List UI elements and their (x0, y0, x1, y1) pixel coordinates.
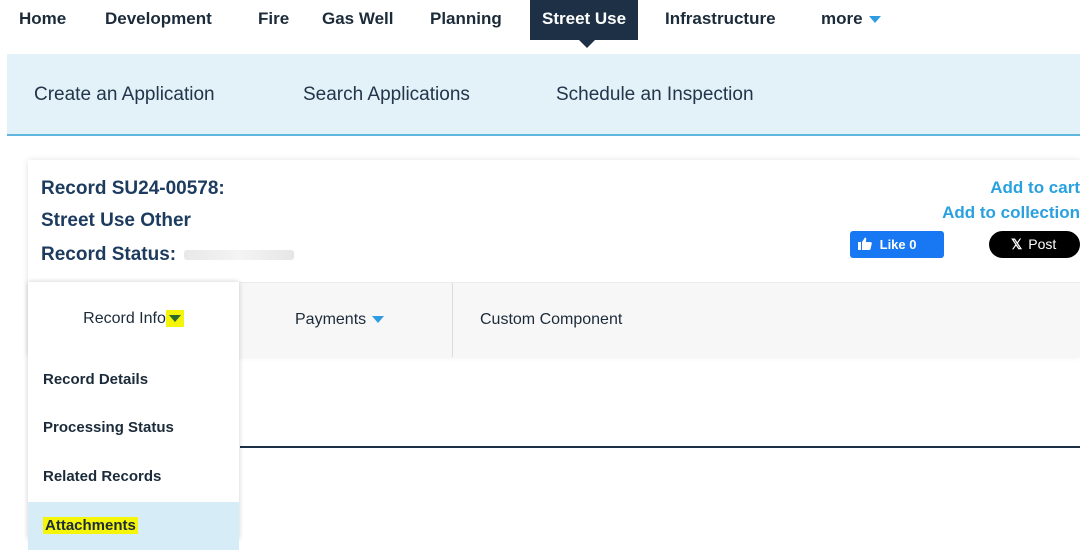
x-logo-icon: 𝕏 (1011, 236, 1023, 252)
top-nav: Home Development Fire Gas Well Planning … (0, 0, 1080, 50)
record-status-value-redacted (184, 249, 295, 260)
facebook-like-label: Like 0 (879, 237, 917, 252)
sub-nav: Create an Application Search Application… (7, 54, 1080, 136)
x-post-button[interactable]: 𝕏 Post (989, 231, 1080, 258)
nav-fire[interactable]: Fire (258, 0, 289, 38)
tab-payments[interactable]: Payments (295, 283, 385, 357)
record-status: Record Status: (41, 244, 295, 266)
thumbs-up-icon (858, 237, 880, 252)
chevron-down-icon (372, 316, 385, 324)
record-id: Record SU24-00578: (41, 178, 225, 199)
nav-more[interactable]: more (821, 0, 881, 38)
add-to-collection-link[interactable]: Add to collection (942, 203, 1080, 223)
x-post-label: Post (1028, 236, 1057, 252)
tab-record-info[interactable]: Record Info (28, 282, 239, 356)
create-application-link[interactable]: Create an Application (34, 84, 215, 106)
chevron-down-icon (168, 315, 181, 323)
record-info-toggle-highlight (165, 310, 184, 327)
record-type: Street Use Other (41, 210, 191, 231)
tab-record-info-label: Record Info (83, 310, 166, 327)
tab-divider (452, 283, 453, 357)
active-nav-indicator (579, 40, 595, 48)
nav-more-label: more (821, 9, 863, 28)
menu-item-attachments-label: Attachments (43, 517, 138, 534)
record-info-dropdown: Record Info Record Details Processing St… (28, 282, 239, 550)
record-status-label: Record Status: (41, 244, 177, 265)
nav-street-use[interactable]: Street Use (530, 0, 639, 40)
menu-item-record-details[interactable]: Record Details (28, 356, 239, 404)
search-applications-link[interactable]: Search Applications (303, 84, 470, 106)
tab-custom-component[interactable]: Custom Component (480, 283, 622, 357)
add-to-cart-link[interactable]: Add to cart (990, 178, 1080, 198)
nav-gas-well[interactable]: Gas Well (322, 0, 394, 38)
facebook-like-button[interactable]: Like 0 (850, 231, 944, 258)
menu-item-processing-status[interactable]: Processing Status (28, 404, 239, 452)
nav-infrastructure[interactable]: Infrastructure (665, 0, 776, 38)
menu-item-related-records[interactable]: Related Records (28, 453, 239, 501)
nav-home[interactable]: Home (19, 0, 66, 38)
menu-item-attachments[interactable]: Attachments (28, 502, 239, 550)
chevron-down-icon (868, 16, 881, 24)
content-divider (240, 446, 1080, 448)
schedule-inspection-link[interactable]: Schedule an Inspection (556, 84, 754, 106)
nav-development[interactable]: Development (105, 0, 212, 38)
tab-payments-label: Payments (295, 311, 367, 328)
nav-planning[interactable]: Planning (430, 0, 502, 38)
